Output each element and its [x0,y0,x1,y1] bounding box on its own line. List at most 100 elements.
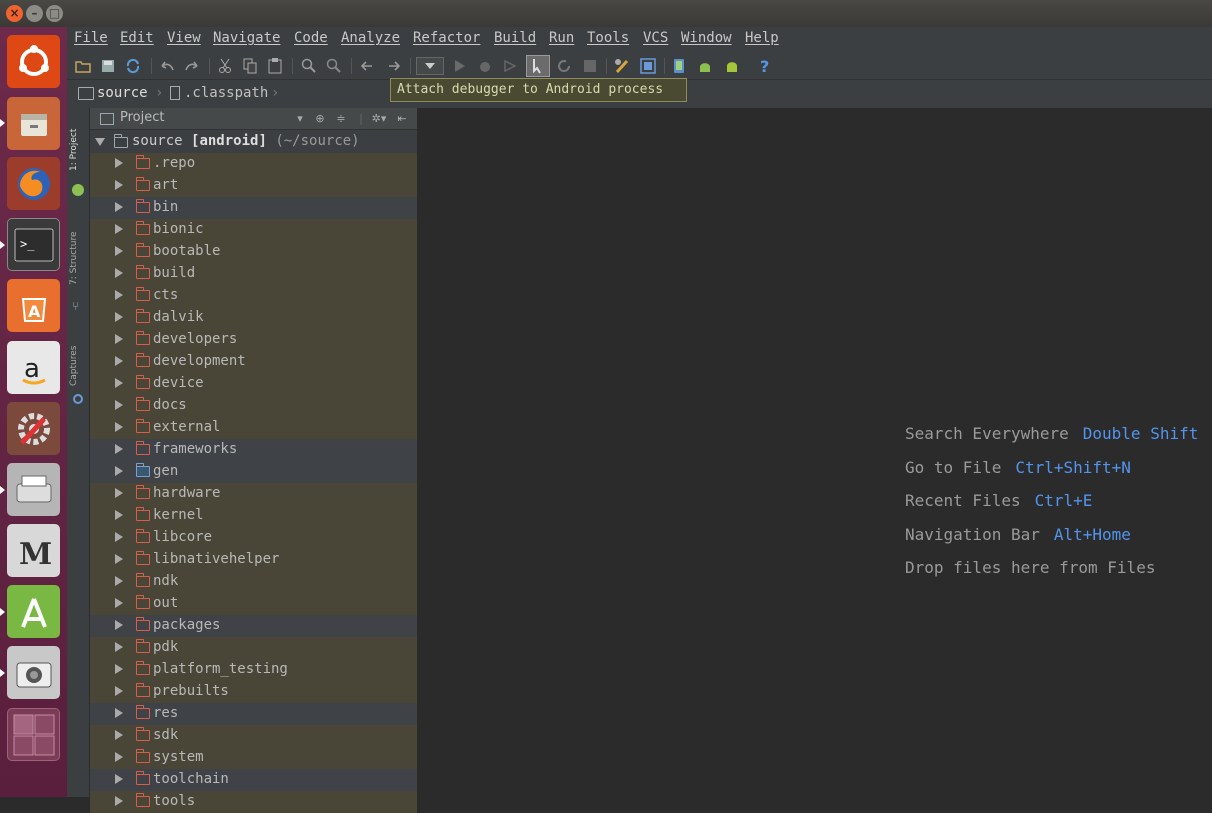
run-icon[interactable] [451,57,469,75]
chevron-right-icon[interactable] [115,378,123,388]
menu-window[interactable]: Window [681,30,732,46]
tree-row[interactable]: kernel [90,505,417,527]
copy-icon[interactable] [241,57,259,75]
tree-row[interactable]: dalvik [90,307,417,329]
cut-icon[interactable] [216,57,234,75]
breadcrumb-file[interactable]: .classpath [184,85,268,101]
chevron-right-icon[interactable] [115,224,123,234]
workspace-switcher-icon[interactable] [7,708,60,761]
run-configuration-dropdown[interactable] [416,57,444,75]
chevron-right-icon[interactable] [115,356,123,366]
tree-row[interactable]: res [90,703,417,725]
firefox-icon[interactable] [7,157,60,210]
tree-row[interactable]: sdk [90,725,417,747]
tree-row[interactable]: cts [90,285,417,307]
collapse-all-icon[interactable]: ≑ [334,111,348,126]
tree-row[interactable]: hardware [90,483,417,505]
files-icon[interactable] [7,97,60,150]
stop-icon[interactable] [581,57,599,75]
chevron-right-icon[interactable] [115,400,123,410]
open-folder-icon[interactable] [74,57,92,75]
menu-run[interactable]: Run [549,30,574,46]
rerun-icon[interactable] [555,57,573,75]
chevron-right-icon[interactable] [115,554,123,564]
chevron-right-icon[interactable] [115,598,123,608]
window-maximize-button[interactable]: □ [46,5,63,22]
tree-row[interactable]: out [90,593,417,615]
chevron-right-icon[interactable] [115,158,123,168]
m-editor-icon[interactable]: M [7,524,60,577]
tree-row[interactable]: external [90,417,417,439]
tree-row[interactable]: ndk [90,571,417,593]
tree-row[interactable]: gen [90,461,417,483]
tree-row[interactable]: .repo [90,153,417,175]
chevron-right-icon[interactable] [115,444,123,454]
chevron-right-icon[interactable] [115,510,123,520]
chevron-right-icon[interactable] [115,334,123,344]
tree-row[interactable]: toolchain [90,769,417,791]
chevron-right-icon[interactable] [115,774,123,784]
chevron-right-icon[interactable] [115,576,123,586]
debug-icon[interactable] [476,57,494,75]
scanner-icon[interactable] [7,463,60,516]
tree-row[interactable]: system [90,747,417,769]
tree-row[interactable]: prebuilts [90,681,417,703]
help-icon[interactable]: ? [756,57,774,75]
tree-row[interactable]: device [90,373,417,395]
menu-tools[interactable]: Tools [587,30,629,46]
chevron-right-icon[interactable] [115,642,123,652]
ubuntu-dash-icon[interactable] [7,35,60,88]
back-icon[interactable] [358,57,376,75]
menu-file[interactable]: File [74,30,108,46]
chevron-right-icon[interactable] [115,730,123,740]
chevron-right-icon[interactable] [115,180,123,190]
chevron-right-icon[interactable] [115,312,123,322]
menu-vcs[interactable]: VCS [643,30,668,46]
chevron-right-icon[interactable] [115,686,123,696]
chevron-right-icon[interactable] [115,202,123,212]
android-studio-icon[interactable] [7,585,60,638]
chevron-right-icon[interactable] [115,246,123,256]
attach-debugger-icon[interactable] [526,55,550,77]
tree-row[interactable]: developers [90,329,417,351]
tree-row[interactable]: frameworks [90,439,417,461]
tree-row[interactable]: libnativehelper [90,549,417,571]
tree-row[interactable]: art [90,175,417,197]
tree-row[interactable]: packages [90,615,417,637]
hide-panel-icon[interactable]: ⇤ [395,111,409,126]
chevron-right-icon[interactable] [115,268,123,278]
tree-row[interactable]: bin [90,197,417,219]
chevron-right-icon[interactable] [115,796,123,806]
scroll-from-source-icon[interactable]: ⊕ [313,111,327,126]
paste-icon[interactable] [266,57,284,75]
save-all-icon[interactable] [99,57,117,75]
tree-row[interactable]: pdk [90,637,417,659]
project-structure-icon[interactable] [613,57,631,75]
tree-row[interactable]: docs [90,395,417,417]
chevron-right-icon[interactable] [115,664,123,674]
project-tool-tab[interactable]: 1: Project [69,120,88,180]
chevron-right-icon[interactable] [115,290,123,300]
menu-refactor[interactable]: Refactor [413,30,480,46]
camera-icon[interactable] [7,646,60,699]
chevron-right-icon[interactable] [115,532,123,542]
tree-row[interactable]: platform_testing [90,659,417,681]
window-close-button[interactable]: × [6,5,23,22]
menu-code[interactable]: Code [294,30,328,46]
redo-icon[interactable] [183,57,201,75]
forward-icon[interactable] [385,57,403,75]
menu-navigate[interactable]: Navigate [213,30,280,46]
tree-row[interactable]: bionic [90,219,417,241]
chevron-down-icon[interactable] [95,138,105,146]
window-minimize-button[interactable]: – [26,5,43,22]
menu-build[interactable]: Build [494,30,536,46]
software-center-icon[interactable]: A [7,279,60,332]
tree-row[interactable]: tools [90,791,417,813]
captures-tool-tab[interactable]: Captures [69,338,88,393]
sync-icon[interactable] [124,57,142,75]
system-settings-icon[interactable] [7,402,60,455]
avd-manager-icon[interactable] [670,57,688,75]
chevron-right-icon[interactable] [115,466,123,476]
chevron-right-icon[interactable] [115,488,123,498]
gradle-sync-icon[interactable] [696,57,714,75]
